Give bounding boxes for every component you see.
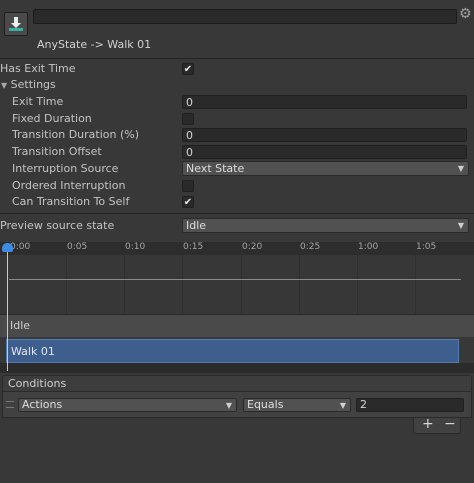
- interruption-source-value: Next State: [186, 162, 245, 175]
- timeline-footer: [0, 363, 474, 373]
- dropdown-arrow-icon: ▼: [457, 164, 464, 173]
- dropdown-arrow-icon: ▼: [225, 401, 232, 410]
- destination-state-bar[interactable]: Walk 01: [6, 339, 459, 363]
- timeline-tick: 1:05: [416, 242, 437, 252]
- playhead[interactable]: [7, 247, 8, 371]
- ordered-interruption-label: Ordered Interruption: [12, 179, 126, 192]
- add-remove-footer: + −: [413, 416, 461, 434]
- transition-title: AnyState -> Walk 01: [37, 38, 152, 51]
- timeline-tick: 0:10: [125, 242, 146, 252]
- preview-source-state-value: Idle: [186, 219, 207, 232]
- drag-handle-icon[interactable]: [6, 401, 14, 408]
- settings-label: Settings: [10, 78, 56, 91]
- download-arrow-icon: [9, 17, 23, 31]
- dropdown-arrow-icon: ▼: [457, 221, 464, 230]
- gear-icon[interactable]: ⚙: [459, 7, 472, 21]
- condition-mode-value: Equals: [247, 398, 284, 411]
- add-condition-button[interactable]: +: [422, 416, 434, 432]
- playhead-marker-icon[interactable]: [2, 243, 13, 252]
- preview-source-state-label: Preview source state: [0, 219, 115, 232]
- exit-time-label: Exit Time: [12, 95, 64, 108]
- transition-duration-label: Transition Duration (%): [12, 128, 139, 141]
- transition-duration-input[interactable]: 0: [182, 128, 467, 142]
- has-exit-time-checkbox[interactable]: ✔: [182, 63, 194, 75]
- remove-condition-button[interactable]: −: [444, 416, 456, 432]
- transition-offset-label: Transition Offset: [12, 145, 102, 158]
- timeline-tick: 0:20: [242, 242, 263, 252]
- condition-mode-dropdown[interactable]: Equals ▼: [243, 398, 351, 412]
- timeline-tick: 0:00: [10, 242, 31, 252]
- interruption-source-dropdown[interactable]: Next State ▼: [182, 161, 469, 176]
- transition-icon: [4, 12, 28, 36]
- can-transition-to-self-checkbox[interactable]: ✔: [182, 196, 194, 208]
- has-exit-time-label: Has Exit Time: [0, 62, 76, 75]
- condition-value-input[interactable]: 2: [356, 398, 464, 412]
- header-divider: [0, 58, 474, 59]
- timeline-track-area[interactable]: [0, 255, 474, 314]
- timeline-tick: 0:25: [300, 242, 321, 252]
- timeline-tick: 0:15: [183, 242, 204, 252]
- preview-source-state-dropdown[interactable]: Idle ▼: [182, 218, 469, 233]
- timeline-tick: 1:00: [358, 242, 379, 252]
- settings-foldout[interactable]: ▼ Settings: [1, 77, 56, 93]
- can-transition-to-self-label: Can Transition To Self: [12, 195, 130, 208]
- ordered-interruption-checkbox[interactable]: [182, 180, 194, 192]
- timeline-tick: 0:05: [67, 242, 88, 252]
- condition-parameter-dropdown[interactable]: Actions ▼: [18, 398, 237, 412]
- exit-time-input[interactable]: 0: [182, 95, 467, 109]
- fixed-duration-checkbox[interactable]: [182, 113, 194, 125]
- conditions-header: Conditions: [2, 375, 472, 392]
- condition-parameter-value: Actions: [22, 398, 63, 411]
- transition-curve: [9, 279, 461, 280]
- settings-divider: [0, 213, 474, 214]
- foldout-arrow-icon: ▼: [1, 81, 8, 90]
- fixed-duration-label: Fixed Duration: [12, 112, 92, 125]
- interruption-source-label: Interruption Source: [12, 162, 119, 175]
- transition-offset-input[interactable]: 0: [182, 145, 467, 159]
- transition-name-input[interactable]: [33, 9, 457, 24]
- dropdown-arrow-icon: ▼: [339, 401, 346, 410]
- source-state-bar[interactable]: Idle: [0, 314, 474, 337]
